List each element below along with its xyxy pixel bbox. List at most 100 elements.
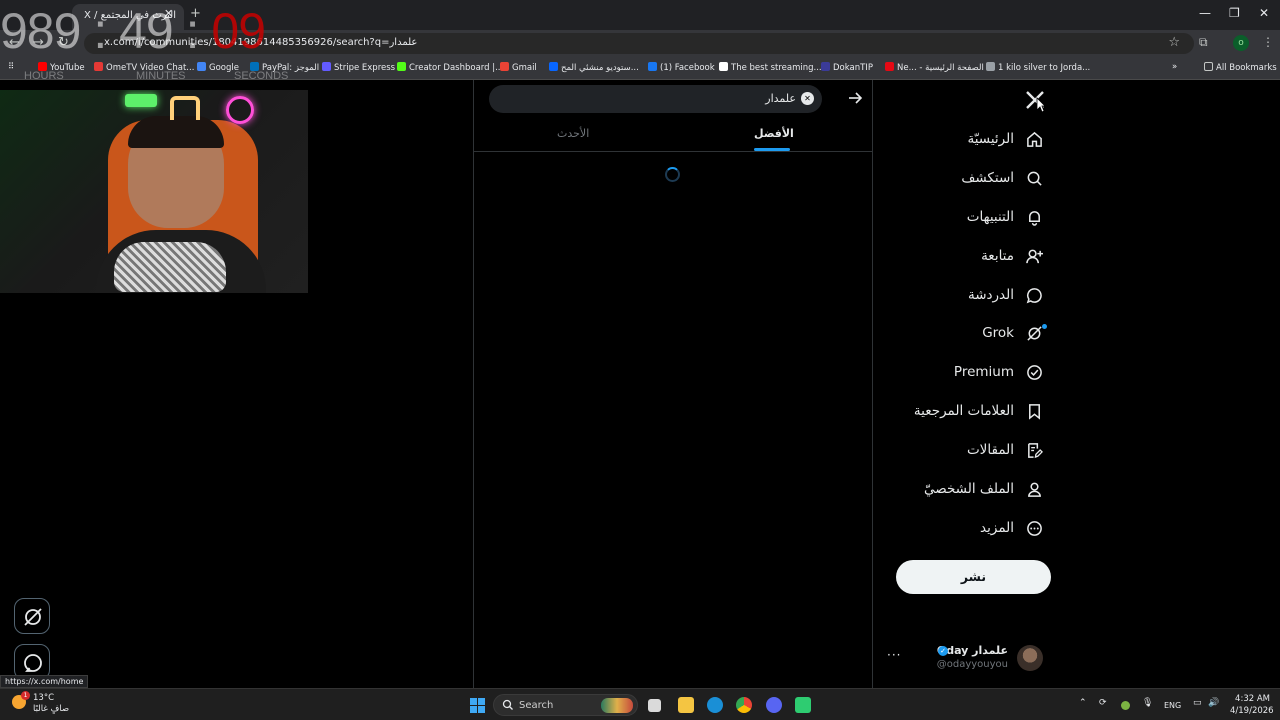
nav-profile[interactable]: الملف الشخصيّ (924, 478, 1043, 500)
chrome-icon[interactable] (736, 697, 752, 713)
account-more-icon[interactable]: ··· (887, 648, 901, 662)
network-icon[interactable]: ▭ (1193, 698, 1202, 708)
nav-follow[interactable]: متابعة (981, 245, 1043, 267)
address-bar[interactable]: x.com/i/communities/1804198614485356926/… (84, 33, 1194, 54)
bookmark-favicon-icon (94, 62, 103, 71)
tray-sync-icon[interactable]: ⟳ (1099, 698, 1107, 708)
bookmark-item[interactable]: The best streaming... (719, 62, 822, 73)
nav-grok[interactable]: Grok (982, 322, 1047, 344)
nav-bookmarks[interactable]: العلامات المرجعية (914, 400, 1043, 422)
file-explorer-icon[interactable] (678, 697, 694, 713)
bookmark-item[interactable]: Gmail (500, 62, 537, 73)
tray-status-icon[interactable] (1121, 701, 1130, 710)
profile-icon (1028, 482, 1041, 497)
new-tab-icon[interactable]: + (190, 6, 201, 21)
bookmark-item[interactable]: Stripe Express (322, 62, 395, 73)
loading-spinner (665, 167, 680, 182)
nav-premium[interactable]: Premium (954, 361, 1043, 383)
close-window-icon[interactable]: ✕ (1259, 6, 1269, 20)
search-icon (502, 699, 513, 710)
chrome-menu-icon[interactable]: ⋮ (1262, 35, 1274, 49)
bookmark-star-icon[interactable]: ☆ (1168, 35, 1180, 50)
bookmark-item[interactable]: Ne... - الصفحة الرئيسية (885, 62, 984, 73)
apps-icon[interactable]: ⠿ (8, 62, 14, 72)
back-icon[interactable]: ← (9, 35, 20, 50)
nav-notifications[interactable]: التنبيهات (967, 206, 1043, 228)
search-input[interactable]: علمدار (765, 92, 796, 105)
status-url: https://x.com/home (0, 675, 89, 688)
bookmarks-bar: ⠿ YouTube OmeTV Video Chat... Google PayPal… (0, 56, 1280, 80)
search-box[interactable]: علمدار ✕ (489, 85, 822, 113)
extensions-icon[interactable]: ⧉ (1199, 35, 1208, 50)
restore-icon[interactable]: ❐ (1229, 6, 1240, 20)
neon-light (125, 94, 157, 107)
bookmark-item[interactable]: 1 kilo silver to Jorda... (986, 62, 1090, 73)
clock-time: 4:32 AM (1235, 694, 1270, 704)
nav-more[interactable]: المزيد (980, 517, 1043, 539)
weather-condition: صافٍ غالبًا (33, 704, 70, 714)
follow-icon (1026, 249, 1043, 263)
premium-icon (1027, 364, 1042, 380)
taskbar-search-label: Search (519, 700, 554, 711)
bookmark-item[interactable]: DokanTIP (821, 62, 873, 73)
microphone-icon[interactable]: 🎙 (1142, 698, 1153, 708)
forward-icon[interactable]: → (33, 35, 44, 50)
timer-label-hours: HOURS (24, 70, 64, 82)
bookmark-item[interactable]: (1) Facebook (648, 62, 715, 73)
windows-start-icon[interactable] (470, 698, 485, 713)
profile-avatar[interactable]: o (1233, 35, 1249, 51)
bookmark-favicon-icon (397, 62, 406, 71)
bookmark-item[interactable]: Google (197, 62, 239, 73)
minimize-icon[interactable]: — (1199, 6, 1211, 20)
bookmark-icon (1029, 403, 1040, 420)
search-highlight-art (601, 698, 633, 713)
post-button[interactable]: نشر (896, 560, 1051, 594)
weather-badge: 1 (21, 691, 30, 700)
bookmarks-overflow-icon[interactable]: » (1172, 62, 1177, 72)
clock-date: 4/19/2026 (1230, 706, 1274, 716)
clear-search-icon[interactable]: ✕ (801, 92, 814, 105)
bookmark-favicon-icon (885, 62, 894, 71)
more-icon (1027, 520, 1042, 536)
nav-label: متابعة (981, 248, 1014, 264)
language-indicator[interactable]: ENG (1164, 701, 1181, 710)
nav-label: Premium (953, 364, 1014, 380)
timer-label-minutes: MINUTES (136, 70, 186, 82)
folder-icon (1204, 62, 1213, 71)
tab-top[interactable]: الأفضل (754, 127, 794, 140)
bookmark-favicon-icon (648, 62, 657, 71)
nav-articles[interactable]: المقالات (967, 439, 1043, 461)
neon-logo (226, 96, 254, 124)
tray-overflow-icon[interactable]: ⌃ (1079, 698, 1087, 708)
nav-explore[interactable]: استكشف (961, 167, 1043, 189)
bookmark-item[interactable]: ستوديو منشئي المح... (549, 62, 639, 73)
all-bookmarks[interactable]: All Bookmarks (1204, 62, 1277, 73)
bookmark-item[interactable]: Creator Dashboard |... (397, 62, 503, 73)
nav-label: التنبيهات (966, 209, 1014, 225)
nav-label: الملف الشخصيّ (924, 481, 1014, 497)
edge-icon[interactable] (707, 697, 723, 713)
windows-taskbar: 1 13°C صافٍ غالبًا Search ⌃ ⟳ 🎙 ENG ▭ 🔊 … (0, 688, 1280, 720)
nav-home[interactable]: الرئيسيّة (968, 128, 1044, 150)
task-view-icon[interactable] (648, 699, 661, 712)
nav-label: استكشف (961, 170, 1014, 186)
bookmark-favicon-icon (821, 62, 830, 71)
grok-icon (1027, 325, 1042, 341)
back-arrow-icon[interactable] (846, 89, 864, 107)
mouse-cursor-icon (1036, 97, 1046, 113)
tab-latest[interactable]: الأحدث (557, 127, 589, 140)
taskbar-search[interactable]: Search (493, 694, 638, 716)
tab-close-icon[interactable]: ✕ (164, 7, 173, 20)
avatar[interactable] (1017, 645, 1043, 671)
nav-chat[interactable]: الدردشة (968, 284, 1043, 306)
nav-label: Grok (982, 325, 1014, 341)
bookmark-favicon-icon (500, 62, 509, 71)
app-icon[interactable] (795, 697, 811, 713)
reload-icon[interactable]: ↻ (58, 35, 69, 50)
system-clock[interactable]: 4:32 AM 4/19/2026 (1230, 693, 1274, 717)
volume-icon[interactable]: 🔊 (1208, 698, 1219, 708)
chat-icon (1026, 287, 1042, 303)
grok-float-button[interactable] (14, 598, 50, 634)
weather-widget[interactable]: 1 13°C صافٍ غالبًا (12, 691, 70, 715)
discord-icon[interactable] (766, 697, 782, 713)
